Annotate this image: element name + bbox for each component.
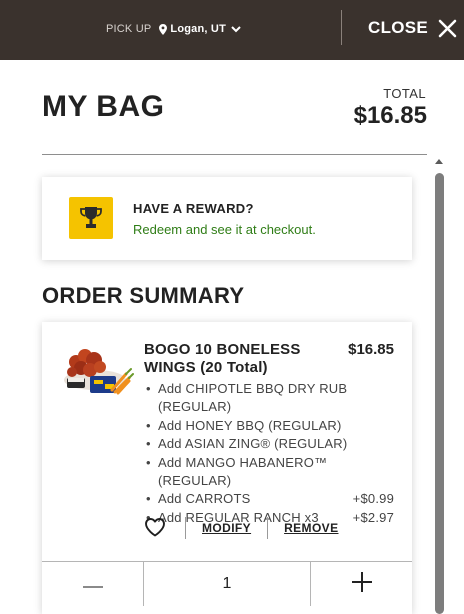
modifier-item: Add CHIPOTLE BBQ DRY RUB (REGULAR): [144, 380, 394, 417]
modifier-price: +$0.99: [352, 491, 394, 507]
pickup-label: PICK UP: [106, 23, 152, 35]
close-icon: [438, 19, 457, 38]
item-modifiers: Add CHIPOTLE BBQ DRY RUB (REGULAR) Add H…: [144, 380, 394, 528]
close-label: CLOSE: [368, 18, 429, 37]
location-pin-icon: [159, 23, 168, 35]
remove-button[interactable]: REMOVE: [284, 521, 338, 535]
decrease-quantity-button[interactable]: [42, 562, 143, 606]
minus-icon: [82, 575, 103, 593]
reward-banner[interactable]: HAVE A REWARD? Redeem and see it at chec…: [42, 177, 412, 260]
order-summary-heading: ORDER SUMMARY: [42, 283, 245, 308]
modifier-text: Add CHIPOTLE BBQ DRY RUB (REGULAR): [158, 381, 348, 415]
pickup-location: Logan, UT: [170, 23, 226, 35]
divider: [42, 154, 427, 155]
header-divider: [341, 10, 342, 45]
item-price: $16.85: [348, 341, 394, 358]
action-divider: [185, 517, 186, 539]
scroll-up-arrow[interactable]: [435, 159, 443, 164]
modifier-item: Add CARROTS +$0.99: [144, 490, 394, 509]
header-bar: PICK UP Logan, UT CLOSE: [0, 0, 464, 60]
total-label: TOTAL: [383, 86, 426, 101]
chevron-down-icon: [231, 25, 241, 33]
increase-quantity-button[interactable]: [311, 562, 412, 606]
action-divider: [267, 517, 269, 539]
plus-icon: [351, 571, 372, 597]
heart-outline-icon[interactable]: [144, 517, 166, 539]
modify-button[interactable]: MODIFY: [202, 521, 251, 535]
pickup-location-selector[interactable]: PICK UP Logan, UT: [106, 21, 241, 37]
modifier-text: Add ASIAN ZING® (REGULAR): [158, 436, 348, 452]
modifier-price: +$2.97: [352, 509, 394, 525]
modifier-text: Add HONEY BBQ (REGULAR): [158, 417, 342, 433]
total-value: $16.85: [353, 102, 427, 129]
modifier-item: Add HONEY BBQ (REGULAR): [144, 417, 394, 436]
quantity-stepper: 1: [42, 561, 412, 606]
modifier-item: Add MANGO HABANERO™ (REGULAR): [144, 454, 394, 491]
item-image: [60, 340, 134, 400]
item-actions: MODIFY REMOVE: [144, 517, 339, 539]
reward-title: HAVE A REWARD?: [133, 201, 254, 216]
modifier-item: Add ASIAN ZING® (REGULAR): [144, 435, 394, 454]
close-button[interactable]: CLOSE: [368, 14, 457, 42]
scrollbar-thumb[interactable]: [435, 173, 444, 614]
quantity-value[interactable]: 1: [143, 562, 311, 606]
modifier-text: Add MANGO HABANERO™ (REGULAR): [158, 454, 328, 489]
modifier-text: Add CARROTS: [158, 491, 251, 507]
item-name: BOGO 10 BONELESS WINGS (20 Total): [144, 341, 301, 376]
order-item-card: BOGO 10 BONELESS WINGS (20 Total) $16.85…: [42, 322, 412, 614]
trophy-icon: [69, 197, 113, 239]
reward-subtitle: Redeem and see it at checkout.: [133, 222, 316, 237]
page-title: MY BAG: [42, 90, 165, 123]
